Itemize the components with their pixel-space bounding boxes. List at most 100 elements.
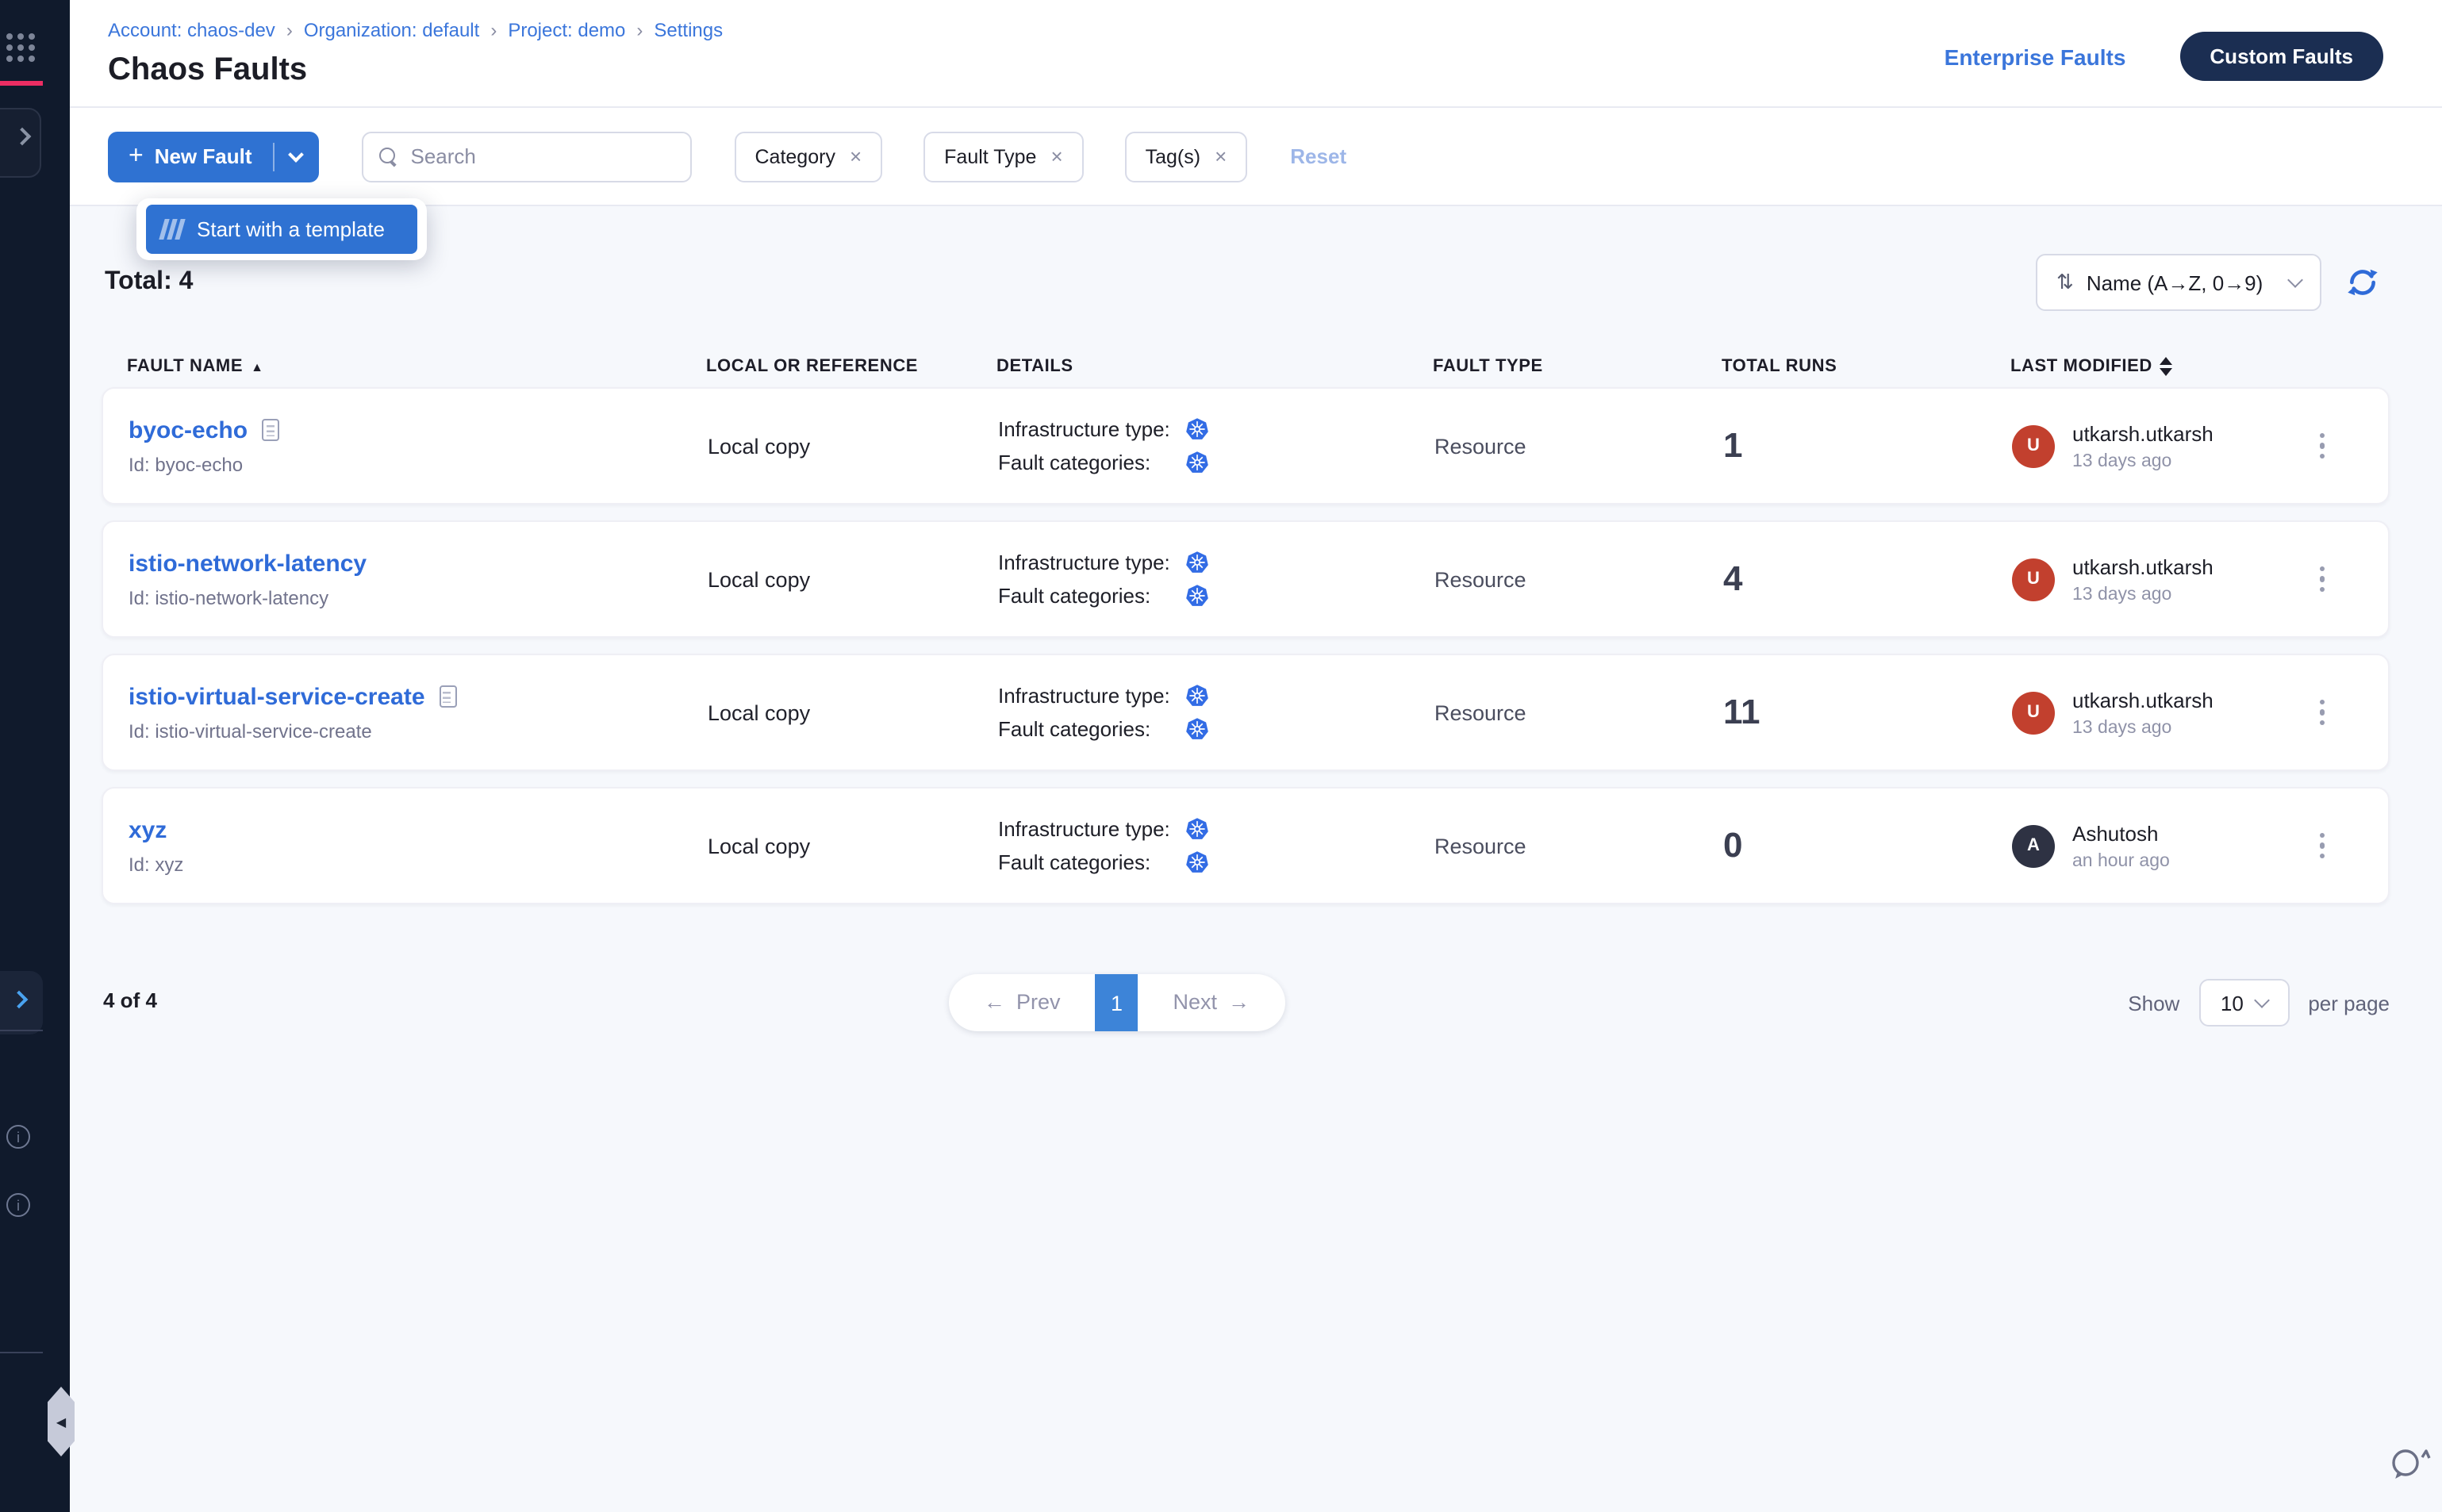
info-icon[interactable]: i — [6, 1125, 30, 1149]
fault-id: Id: byoc-echo — [129, 453, 708, 475]
fault-name-link[interactable]: xyz — [129, 816, 167, 843]
chat-help-icon[interactable] — [2388, 1445, 2439, 1493]
new-fault-split-button[interactable]: + New Fault — [108, 131, 319, 182]
left-nav-sidebar: i i — [0, 0, 70, 1512]
fault-name-link[interactable]: byoc-echo — [129, 416, 248, 443]
document-icon — [262, 419, 279, 441]
modified-time: an hour ago — [2072, 851, 2170, 870]
sort-updown-icon — [2160, 357, 2173, 376]
close-icon[interactable]: × — [850, 144, 862, 168]
new-fault-button[interactable]: + New Fault — [108, 142, 273, 171]
table-row[interactable]: byoc-echo Id: byoc-echo Local copy Infra… — [102, 387, 2390, 505]
faults-list-section: Total: 4 ⇅ Name (A→Z, 0→9) — [70, 206, 2442, 1031]
row-range-label: 4 of 4 — [103, 988, 157, 1012]
table-row[interactable]: istio-network-latency Id: istio-network-… — [102, 520, 2390, 638]
breadcrumb-separator: › — [636, 19, 643, 41]
per-page-select[interactable]: 10 — [2198, 979, 2289, 1027]
new-fault-menu-button[interactable] — [275, 153, 319, 159]
total-runs-cell: 4 — [1723, 558, 2012, 600]
column-fault-name[interactable]: FAULT NAME▲ — [127, 357, 706, 376]
sidebar-divider — [0, 1352, 43, 1353]
page-header: Account: chaos-dev › Organization: defau… — [70, 0, 2442, 108]
app-viewport: i i ◀ Account: chaos-dev › Organization:… — [0, 0, 2442, 1512]
column-fault-type: FAULT TYPE — [1433, 357, 1722, 376]
prev-page-button[interactable]: ← Prev — [949, 974, 1096, 1031]
avatar: U — [2012, 424, 2055, 467]
total-runs-cell: 11 — [1723, 692, 2012, 733]
row-menu-button[interactable] — [2313, 693, 2331, 732]
local-or-reference-cell: Local copy — [708, 567, 998, 591]
close-icon[interactable]: × — [1050, 144, 1062, 168]
modified-time: 13 days ago — [2072, 451, 2214, 470]
enterprise-faults-link[interactable]: Enterprise Faults — [1945, 44, 2126, 69]
filter-chip-fault-type[interactable]: Fault Type × — [923, 131, 1083, 182]
kubernetes-icon — [1185, 451, 1209, 474]
filter-label: Fault Type — [944, 145, 1036, 167]
info-icon[interactable]: i — [6, 1193, 30, 1217]
last-modified-cell: U utkarsh.utkarsh 13 days ago — [2012, 688, 2388, 737]
fault-categories-label: Fault categories: — [998, 717, 1185, 741]
filter-chip-category[interactable]: Category × — [735, 131, 883, 182]
per-page-label: per page — [2308, 991, 2390, 1015]
current-page-button[interactable]: 1 — [1096, 974, 1138, 1031]
arrow-left-icon: ← — [984, 974, 1005, 1031]
modified-by-user: utkarsh.utkarsh — [2072, 421, 2214, 445]
avatar: U — [2012, 691, 2055, 734]
filter-chip-tags[interactable]: Tag(s) × — [1125, 131, 1248, 182]
breadcrumb-organization[interactable]: Organization: default — [304, 19, 480, 41]
search-input[interactable] — [411, 144, 674, 168]
fault-type-cell: Resource — [1434, 700, 1723, 724]
fault-name-link[interactable]: istio-virtual-service-create — [129, 683, 425, 710]
last-modified-cell: A Ashutosh an hour ago — [2012, 821, 2388, 870]
search-box[interactable] — [362, 131, 692, 182]
modified-by-user: Ashutosh — [2072, 821, 2170, 845]
filter-label: Tag(s) — [1146, 145, 1200, 167]
table-row[interactable]: istio-virtual-service-create Id: istio-v… — [102, 654, 2390, 771]
column-local-or-reference: LOCAL OR REFERENCE — [706, 357, 996, 376]
reset-filters-link[interactable]: Reset — [1290, 144, 1346, 168]
sort-label: Name (A→Z, 0→9) — [2087, 271, 2277, 294]
local-or-reference-cell: Local copy — [708, 834, 998, 858]
breadcrumb-settings[interactable]: Settings — [654, 19, 723, 41]
chevron-right-icon — [13, 128, 32, 146]
column-details: DETAILS — [996, 357, 1433, 376]
fault-name-link[interactable]: istio-network-latency — [129, 550, 367, 577]
start-with-template-item[interactable]: Start with a template — [146, 205, 417, 254]
fault-name-cell: xyz Id: xyz — [129, 816, 708, 875]
refresh-icon[interactable] — [2345, 265, 2380, 300]
fault-type-cell: Resource — [1434, 434, 1723, 458]
fault-id: Id: istio-virtual-service-create — [129, 720, 708, 742]
new-fault-dropdown: Start with a template — [136, 198, 427, 260]
breadcrumb-separator: › — [490, 19, 497, 41]
fault-categories-label: Fault categories: — [998, 584, 1185, 608]
fault-name-cell: istio-network-latency Id: istio-network-… — [129, 550, 708, 608]
sort-select[interactable]: ⇅ Name (A→Z, 0→9) — [2036, 254, 2321, 311]
next-page-button[interactable]: Next → — [1138, 974, 1285, 1031]
column-last-modified[interactable]: LAST MODIFIED — [2010, 357, 2390, 376]
nav-expand-panel[interactable] — [0, 108, 41, 178]
modified-time: 13 days ago — [2072, 585, 2214, 604]
breadcrumb-project[interactable]: Project: demo — [508, 19, 625, 41]
close-icon[interactable]: × — [1215, 144, 1227, 168]
kubernetes-icon — [1185, 684, 1209, 708]
filter-label: Category — [755, 145, 835, 167]
row-menu-button[interactable] — [2313, 560, 2331, 599]
fault-id: Id: istio-network-latency — [129, 586, 708, 608]
module-grid-icon[interactable] — [6, 33, 35, 62]
template-icon — [162, 219, 182, 240]
total-runs-cell: 1 — [1723, 425, 2012, 466]
sidebar-expand-button[interactable] — [0, 971, 43, 1034]
row-menu-button[interactable] — [2313, 427, 2331, 466]
table-row[interactable]: xyz Id: xyz Local copy Infrastructure ty… — [102, 787, 2390, 904]
column-total-runs: TOTAL RUNS — [1722, 357, 2010, 376]
kubernetes-icon — [1185, 584, 1209, 608]
row-menu-button[interactable] — [2313, 827, 2331, 865]
avatar: U — [2012, 558, 2055, 601]
breadcrumb-account[interactable]: Account: chaos-dev — [108, 19, 275, 41]
custom-faults-button[interactable]: Custom Faults — [2179, 32, 2383, 81]
infrastructure-type-label: Infrastructure type: — [998, 551, 1185, 574]
chevron-down-icon — [2287, 271, 2303, 287]
table-header-row: FAULT NAME▲ LOCAL OR REFERENCE DETAILS F… — [102, 346, 2390, 387]
fault-categories-label: Fault categories: — [998, 451, 1185, 474]
details-cell: Infrastructure type: Fault categories: — [998, 413, 1434, 479]
